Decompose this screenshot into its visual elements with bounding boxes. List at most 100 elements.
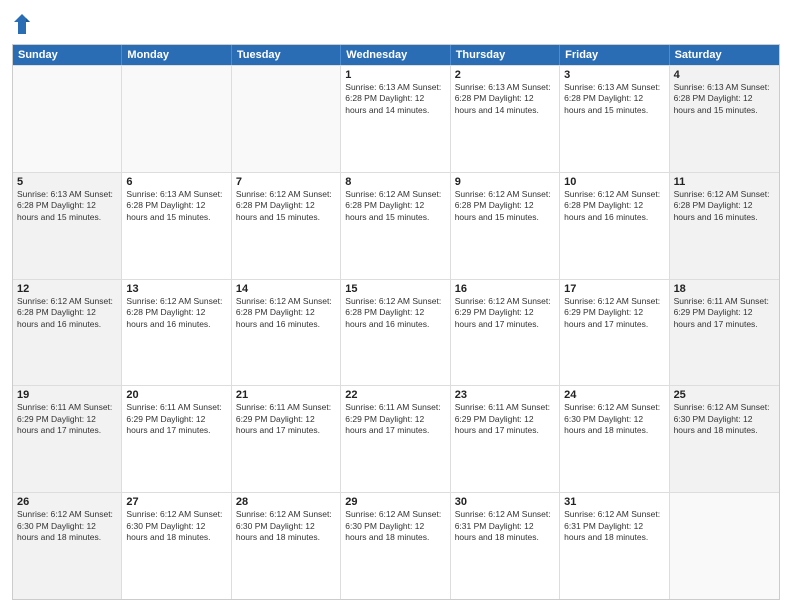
cal-week: 1Sunrise: 6:13 AM Sunset: 6:28 PM Daylig…: [13, 65, 779, 172]
day-number: 3: [564, 69, 664, 81]
cell-text: Sunrise: 6:12 AM Sunset: 6:30 PM Dayligh…: [674, 402, 770, 435]
cal-cell: 7Sunrise: 6:12 AM Sunset: 6:28 PM Daylig…: [232, 173, 341, 279]
cell-text: Sunrise: 6:13 AM Sunset: 6:28 PM Dayligh…: [674, 82, 770, 115]
cell-text: Sunrise: 6:12 AM Sunset: 6:31 PM Dayligh…: [455, 509, 551, 542]
cal-cell: 1Sunrise: 6:13 AM Sunset: 6:28 PM Daylig…: [341, 66, 450, 172]
cal-cell: 18Sunrise: 6:11 AM Sunset: 6:29 PM Dayli…: [670, 280, 779, 386]
cal-cell: [232, 66, 341, 172]
day-number: 30: [455, 496, 555, 508]
page: SundayMondayTuesdayWednesdayThursdayFrid…: [0, 0, 792, 612]
cal-cell: 11Sunrise: 6:12 AM Sunset: 6:28 PM Dayli…: [670, 173, 779, 279]
cell-text: Sunrise: 6:11 AM Sunset: 6:29 PM Dayligh…: [674, 296, 769, 329]
cell-text: Sunrise: 6:12 AM Sunset: 6:30 PM Dayligh…: [345, 509, 441, 542]
cell-text: Sunrise: 6:12 AM Sunset: 6:28 PM Dayligh…: [674, 189, 770, 222]
cal-week: 5Sunrise: 6:13 AM Sunset: 6:28 PM Daylig…: [13, 172, 779, 279]
cell-text: Sunrise: 6:12 AM Sunset: 6:30 PM Dayligh…: [17, 509, 113, 542]
cell-text: Sunrise: 6:12 AM Sunset: 6:30 PM Dayligh…: [126, 509, 222, 542]
cal-cell: 3Sunrise: 6:13 AM Sunset: 6:28 PM Daylig…: [560, 66, 669, 172]
day-number: 4: [674, 69, 775, 81]
cal-cell: 27Sunrise: 6:12 AM Sunset: 6:30 PM Dayli…: [122, 493, 231, 599]
cal-cell: 24Sunrise: 6:12 AM Sunset: 6:30 PM Dayli…: [560, 386, 669, 492]
cell-text: Sunrise: 6:12 AM Sunset: 6:28 PM Dayligh…: [17, 296, 113, 329]
cal-cell: 22Sunrise: 6:11 AM Sunset: 6:29 PM Dayli…: [341, 386, 450, 492]
cell-text: Sunrise: 6:12 AM Sunset: 6:28 PM Dayligh…: [564, 189, 660, 222]
cal-week: 19Sunrise: 6:11 AM Sunset: 6:29 PM Dayli…: [13, 385, 779, 492]
cal-header-day: Monday: [122, 45, 231, 65]
day-number: 28: [236, 496, 336, 508]
cal-cell: 2Sunrise: 6:13 AM Sunset: 6:28 PM Daylig…: [451, 66, 560, 172]
day-number: 16: [455, 283, 555, 295]
cal-cell: 5Sunrise: 6:13 AM Sunset: 6:28 PM Daylig…: [13, 173, 122, 279]
logo-icon: [12, 12, 32, 36]
cell-text: Sunrise: 6:12 AM Sunset: 6:28 PM Dayligh…: [345, 296, 441, 329]
day-number: 27: [126, 496, 226, 508]
cal-cell: 28Sunrise: 6:12 AM Sunset: 6:30 PM Dayli…: [232, 493, 341, 599]
cell-text: Sunrise: 6:12 AM Sunset: 6:30 PM Dayligh…: [236, 509, 332, 542]
cal-header-day: Wednesday: [341, 45, 450, 65]
header: [12, 12, 780, 36]
cal-cell: 6Sunrise: 6:13 AM Sunset: 6:28 PM Daylig…: [122, 173, 231, 279]
calendar: SundayMondayTuesdayWednesdayThursdayFrid…: [12, 44, 780, 600]
cal-header-day: Saturday: [670, 45, 779, 65]
day-number: 13: [126, 283, 226, 295]
cell-text: Sunrise: 6:12 AM Sunset: 6:30 PM Dayligh…: [564, 402, 660, 435]
cell-text: Sunrise: 6:12 AM Sunset: 6:29 PM Dayligh…: [455, 296, 551, 329]
day-number: 8: [345, 176, 445, 188]
calendar-header: SundayMondayTuesdayWednesdayThursdayFrid…: [13, 45, 779, 65]
cell-text: Sunrise: 6:11 AM Sunset: 6:29 PM Dayligh…: [236, 402, 331, 435]
cal-cell: 26Sunrise: 6:12 AM Sunset: 6:30 PM Dayli…: [13, 493, 122, 599]
cal-cell: 15Sunrise: 6:12 AM Sunset: 6:28 PM Dayli…: [341, 280, 450, 386]
day-number: 11: [674, 176, 775, 188]
cell-text: Sunrise: 6:12 AM Sunset: 6:28 PM Dayligh…: [236, 189, 332, 222]
cell-text: Sunrise: 6:12 AM Sunset: 6:31 PM Dayligh…: [564, 509, 660, 542]
cell-text: Sunrise: 6:12 AM Sunset: 6:28 PM Dayligh…: [455, 189, 551, 222]
day-number: 10: [564, 176, 664, 188]
day-number: 15: [345, 283, 445, 295]
cell-text: Sunrise: 6:11 AM Sunset: 6:29 PM Dayligh…: [345, 402, 440, 435]
day-number: 20: [126, 389, 226, 401]
cal-cell: 23Sunrise: 6:11 AM Sunset: 6:29 PM Dayli…: [451, 386, 560, 492]
cell-text: Sunrise: 6:13 AM Sunset: 6:28 PM Dayligh…: [455, 82, 551, 115]
cal-cell: [670, 493, 779, 599]
calendar-body: 1Sunrise: 6:13 AM Sunset: 6:28 PM Daylig…: [13, 65, 779, 599]
day-number: 1: [345, 69, 445, 81]
cal-week: 12Sunrise: 6:12 AM Sunset: 6:28 PM Dayli…: [13, 279, 779, 386]
cal-header-day: Sunday: [13, 45, 122, 65]
day-number: 6: [126, 176, 226, 188]
day-number: 19: [17, 389, 117, 401]
cal-cell: 31Sunrise: 6:12 AM Sunset: 6:31 PM Dayli…: [560, 493, 669, 599]
cal-cell: 19Sunrise: 6:11 AM Sunset: 6:29 PM Dayli…: [13, 386, 122, 492]
cal-week: 26Sunrise: 6:12 AM Sunset: 6:30 PM Dayli…: [13, 492, 779, 599]
cal-cell: 12Sunrise: 6:12 AM Sunset: 6:28 PM Dayli…: [13, 280, 122, 386]
cal-cell: 4Sunrise: 6:13 AM Sunset: 6:28 PM Daylig…: [670, 66, 779, 172]
day-number: 9: [455, 176, 555, 188]
cal-cell: 14Sunrise: 6:12 AM Sunset: 6:28 PM Dayli…: [232, 280, 341, 386]
day-number: 2: [455, 69, 555, 81]
cal-cell: 16Sunrise: 6:12 AM Sunset: 6:29 PM Dayli…: [451, 280, 560, 386]
cal-cell: 20Sunrise: 6:11 AM Sunset: 6:29 PM Dayli…: [122, 386, 231, 492]
logo: [12, 12, 36, 36]
day-number: 21: [236, 389, 336, 401]
cal-header-day: Thursday: [451, 45, 560, 65]
cal-header-day: Friday: [560, 45, 669, 65]
cal-cell: 8Sunrise: 6:12 AM Sunset: 6:28 PM Daylig…: [341, 173, 450, 279]
day-number: 25: [674, 389, 775, 401]
cal-cell: 10Sunrise: 6:12 AM Sunset: 6:28 PM Dayli…: [560, 173, 669, 279]
cal-cell: 17Sunrise: 6:12 AM Sunset: 6:29 PM Dayli…: [560, 280, 669, 386]
day-number: 26: [17, 496, 117, 508]
day-number: 24: [564, 389, 664, 401]
day-number: 22: [345, 389, 445, 401]
day-number: 29: [345, 496, 445, 508]
cell-text: Sunrise: 6:12 AM Sunset: 6:28 PM Dayligh…: [126, 296, 222, 329]
cal-cell: 30Sunrise: 6:12 AM Sunset: 6:31 PM Dayli…: [451, 493, 560, 599]
cell-text: Sunrise: 6:11 AM Sunset: 6:29 PM Dayligh…: [17, 402, 112, 435]
cal-cell: 21Sunrise: 6:11 AM Sunset: 6:29 PM Dayli…: [232, 386, 341, 492]
day-number: 14: [236, 283, 336, 295]
day-number: 12: [17, 283, 117, 295]
cell-text: Sunrise: 6:13 AM Sunset: 6:28 PM Dayligh…: [345, 82, 441, 115]
cell-text: Sunrise: 6:12 AM Sunset: 6:29 PM Dayligh…: [564, 296, 660, 329]
day-number: 5: [17, 176, 117, 188]
day-number: 7: [236, 176, 336, 188]
cal-cell: [122, 66, 231, 172]
day-number: 17: [564, 283, 664, 295]
